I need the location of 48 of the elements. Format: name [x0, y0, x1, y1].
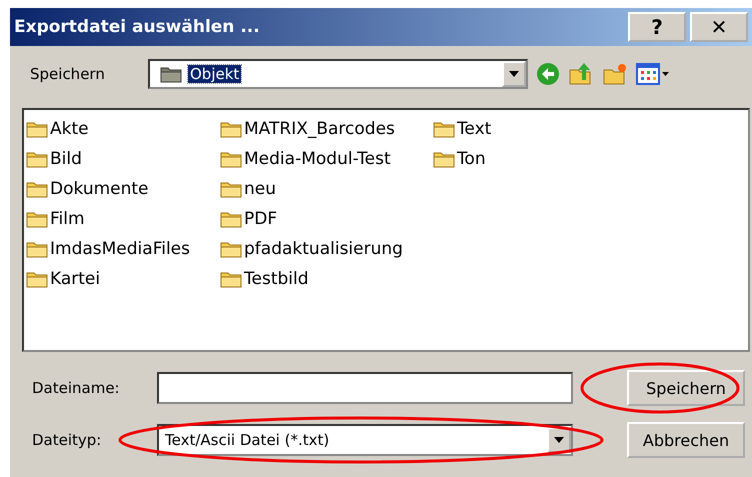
location-dropdown[interactable]: Objekt [148, 59, 528, 89]
folder-item[interactable]: neu [220, 174, 403, 204]
folder-item[interactable]: Ton [432, 144, 492, 174]
folder-item[interactable]: Testbild [220, 264, 403, 294]
folder-item[interactable]: Bild [26, 144, 190, 174]
folder-item[interactable]: PDF [220, 204, 403, 234]
folder-icon [220, 210, 242, 228]
folder-item[interactable]: Akte [26, 114, 190, 144]
folder-icon [432, 150, 455, 168]
folder-item[interactable]: Media-Modul-Test [220, 144, 403, 174]
filetype-value: Text/Ascii Datei (*.txt) [164, 431, 330, 449]
cancel-button[interactable]: Abbrechen [627, 422, 745, 458]
folder-icon [26, 240, 48, 258]
folder-icon [220, 120, 242, 138]
filetype-label: Dateityp: [32, 431, 102, 449]
dropdown-button[interactable] [502, 61, 526, 87]
folder-item[interactable]: Dokumente [26, 174, 190, 204]
save-button[interactable]: Speichern [627, 370, 745, 406]
folder-icon [26, 120, 48, 138]
folder-icon [26, 270, 48, 288]
folder-icon [26, 180, 48, 198]
folder-icon [26, 150, 48, 168]
folder-icon [220, 240, 242, 258]
help-button[interactable]: ? [628, 12, 686, 42]
filetype-dropdown[interactable]: Text/Ascii Datei (*.txt) [157, 424, 573, 456]
view-menu-icon[interactable] [636, 62, 670, 86]
folder-item[interactable]: Text [432, 114, 492, 144]
folder-item[interactable]: MATRIX_Barcodes [220, 114, 403, 144]
folder-icon [220, 150, 242, 168]
back-icon[interactable] [536, 62, 560, 86]
location-value: Objekt [188, 65, 242, 83]
folder-icon [220, 270, 242, 288]
folder-icon [26, 210, 48, 228]
close-button[interactable]: ✕ [690, 12, 748, 42]
location-label: Speichern [30, 65, 106, 83]
window-title: Exportdatei auswählen ... [14, 17, 261, 37]
caret-icon [509, 71, 519, 77]
folder-item[interactable]: Kartei [26, 264, 190, 294]
folder-item[interactable]: pfadaktualisierung [220, 234, 403, 264]
caret-icon [554, 437, 564, 443]
folder-item[interactable]: Film [26, 204, 190, 234]
folder-icon [432, 120, 455, 138]
folder-icon [220, 180, 242, 198]
folder-item[interactable]: ImdasMediaFiles [26, 234, 190, 264]
filename-label: Dateiname: [32, 379, 121, 397]
filename-field[interactable] [157, 372, 573, 404]
folder-icon [160, 65, 182, 83]
new-folder-icon[interactable] [602, 62, 628, 86]
